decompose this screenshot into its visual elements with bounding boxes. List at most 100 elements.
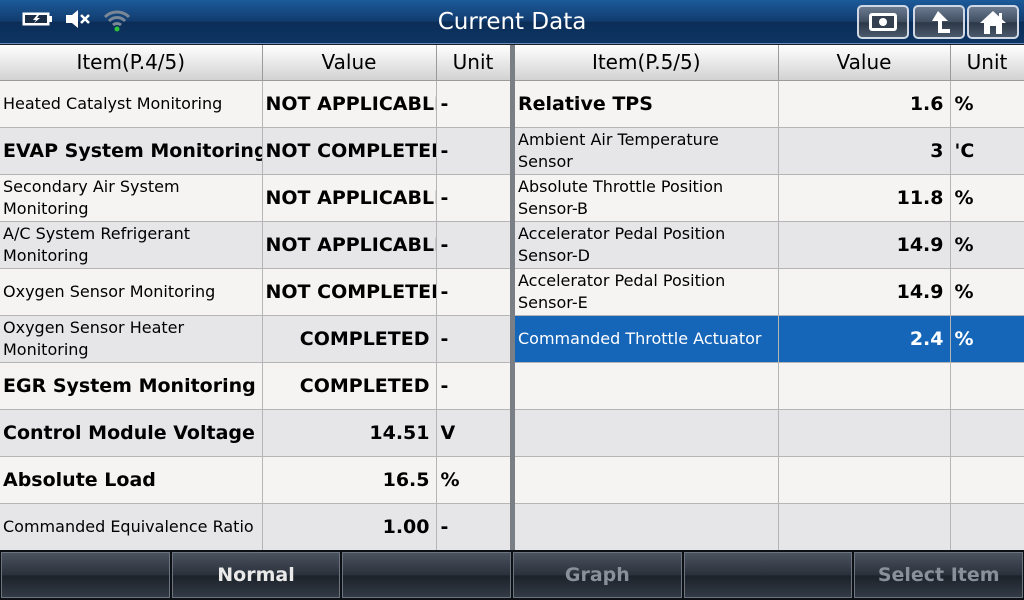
- table-row[interactable]: EGR System Monitoring COMPLETED -: [0, 362, 511, 410]
- empty-table-row: [515, 409, 1024, 457]
- graph-button[interactable]: Graph: [513, 552, 682, 598]
- item-cell: [515, 456, 779, 504]
- column-header-item: Item(P.5/5): [515, 45, 779, 81]
- unit-cell: -: [436, 503, 511, 551]
- item-cell: Heated Catalyst Monitoring: [0, 80, 263, 128]
- table-row[interactable]: Ambient Air Temperature Sensor 3 'C: [515, 127, 1024, 175]
- normal-button[interactable]: Normal: [171, 552, 341, 598]
- unit-cell: %: [436, 456, 511, 504]
- table-row[interactable]: Heated Catalyst Monitoring NOT APPLICABL…: [0, 80, 511, 128]
- value-cell: NOT APPLICABLE: [262, 221, 437, 269]
- toolbar-button-5[interactable]: [683, 552, 853, 598]
- column-header-unit: Unit: [436, 45, 511, 81]
- unit-cell: [950, 456, 1024, 504]
- unit-cell: V: [436, 409, 511, 457]
- unit-cell: %: [950, 315, 1024, 363]
- value-cell: 14.51: [262, 409, 437, 457]
- back-arrow-icon: [932, 11, 950, 33]
- empty-table-row: [515, 456, 1024, 504]
- unit-cell: -: [436, 174, 511, 222]
- table-row[interactable]: Relative TPS 1.6 %: [515, 80, 1024, 128]
- value-cell: [778, 409, 951, 457]
- value-cell: NOT APPLICABLE: [262, 80, 437, 128]
- item-cell: Absolute Throttle Position Sensor-B: [515, 174, 779, 222]
- unit-cell: -: [436, 127, 511, 175]
- item-cell: EGR System Monitoring: [0, 362, 263, 410]
- title-bar: Current Data: [0, 0, 1024, 44]
- item-cell: Accelerator Pedal Position Sensor-D: [515, 221, 779, 269]
- item-cell: Commanded Throttle Actuator: [515, 315, 779, 363]
- unit-cell: [950, 362, 1024, 410]
- select-item-button[interactable]: Select Item: [854, 552, 1024, 598]
- unit-cell: -: [436, 315, 511, 363]
- unit-cell: -: [436, 362, 511, 410]
- table-row[interactable]: Absolute Load 16.5 %: [0, 456, 511, 504]
- record-icon: [869, 13, 897, 31]
- column-header-item: Item(P.4/5): [0, 45, 263, 81]
- toolbar-button-1[interactable]: [1, 552, 170, 598]
- value-cell: COMPLETED: [262, 315, 437, 363]
- item-cell: [515, 362, 779, 410]
- unit-cell: [950, 503, 1024, 551]
- unit-cell: 'C: [950, 127, 1024, 175]
- item-cell: Oxygen Sensor Heater Monitoring: [0, 315, 263, 363]
- value-cell: [778, 456, 951, 504]
- value-cell: 16.5: [262, 456, 437, 504]
- value-cell: [778, 362, 951, 410]
- toolbar-button-3[interactable]: [342, 552, 512, 598]
- unit-cell: -: [436, 80, 511, 128]
- item-cell: A/C System Refrigerant Monitoring: [0, 221, 263, 269]
- table-row[interactable]: EVAP System Monitoring NOT COMPLETED -: [0, 127, 511, 175]
- home-button[interactable]: [967, 5, 1019, 39]
- unit-cell: %: [950, 174, 1024, 222]
- value-cell: 3: [778, 127, 951, 175]
- unit-cell: %: [950, 221, 1024, 269]
- bottom-toolbar: Normal Graph Select Item: [0, 550, 1024, 600]
- item-cell: Ambient Air Temperature Sensor: [515, 127, 779, 175]
- right-data-table: Item(P.5/5) Value Unit Relative TPS 1.6 …: [515, 45, 1024, 551]
- left-data-table: Item(P.4/5) Value Unit Heated Catalyst M…: [0, 45, 511, 551]
- value-cell: NOT COMPLETED: [262, 127, 437, 175]
- table-row[interactable]: Absolute Throttle Position Sensor-B 11.8…: [515, 174, 1024, 222]
- value-cell: 14.9: [778, 268, 951, 316]
- item-cell: [515, 503, 779, 551]
- value-cell: COMPLETED: [262, 362, 437, 410]
- item-cell: Relative TPS: [515, 80, 779, 128]
- item-cell: Accelerator Pedal Position Sensor-E: [515, 268, 779, 316]
- empty-table-row: [515, 503, 1024, 551]
- value-cell: 11.8: [778, 174, 951, 222]
- table-row[interactable]: Secondary Air System Monitoring NOT APPL…: [0, 174, 511, 222]
- column-header-value: Value: [778, 45, 951, 81]
- unit-cell: %: [950, 268, 1024, 316]
- unit-cell: [950, 409, 1024, 457]
- column-header-unit: Unit: [950, 45, 1024, 81]
- value-cell: [778, 503, 951, 551]
- table-row[interactable]: Oxygen Sensor Monitoring NOT COMPLETED -: [0, 268, 511, 316]
- value-cell: 1.6: [778, 80, 951, 128]
- item-cell: Absolute Load: [0, 456, 263, 504]
- item-cell: Secondary Air System Monitoring: [0, 174, 263, 222]
- unit-cell: -: [436, 268, 511, 316]
- unit-cell: %: [950, 80, 1024, 128]
- item-cell: Control Module Voltage: [0, 409, 263, 457]
- item-cell: [515, 409, 779, 457]
- value-cell: 1.00: [262, 503, 437, 551]
- table-row[interactable]: Control Module Voltage 14.51 V: [0, 409, 511, 457]
- record-button[interactable]: [857, 5, 909, 39]
- selected-table-row[interactable]: Commanded Throttle Actuator 2.4 %: [515, 315, 1024, 363]
- table-row[interactable]: Accelerator Pedal Position Sensor-D 14.9…: [515, 221, 1024, 269]
- value-cell: 14.9: [778, 221, 951, 269]
- item-cell: Commanded Equivalence Ratio: [0, 503, 263, 551]
- table-row[interactable]: A/C System Refrigerant Monitoring NOT AP…: [0, 221, 511, 269]
- value-cell: NOT APPLICABLE: [262, 174, 437, 222]
- home-icon: [980, 11, 1006, 34]
- table-row[interactable]: Accelerator Pedal Position Sensor-E 14.9…: [515, 268, 1024, 316]
- value-cell: NOT COMPLETED: [262, 268, 437, 316]
- unit-cell: -: [436, 221, 511, 269]
- table-row[interactable]: Oxygen Sensor Heater Monitoring COMPLETE…: [0, 315, 511, 363]
- table-row[interactable]: Commanded Equivalence Ratio 1.00 -: [0, 503, 511, 551]
- column-header-value: Value: [262, 45, 437, 81]
- back-button[interactable]: [913, 5, 965, 39]
- value-cell: 2.4: [778, 315, 951, 363]
- item-cell: Oxygen Sensor Monitoring: [0, 268, 263, 316]
